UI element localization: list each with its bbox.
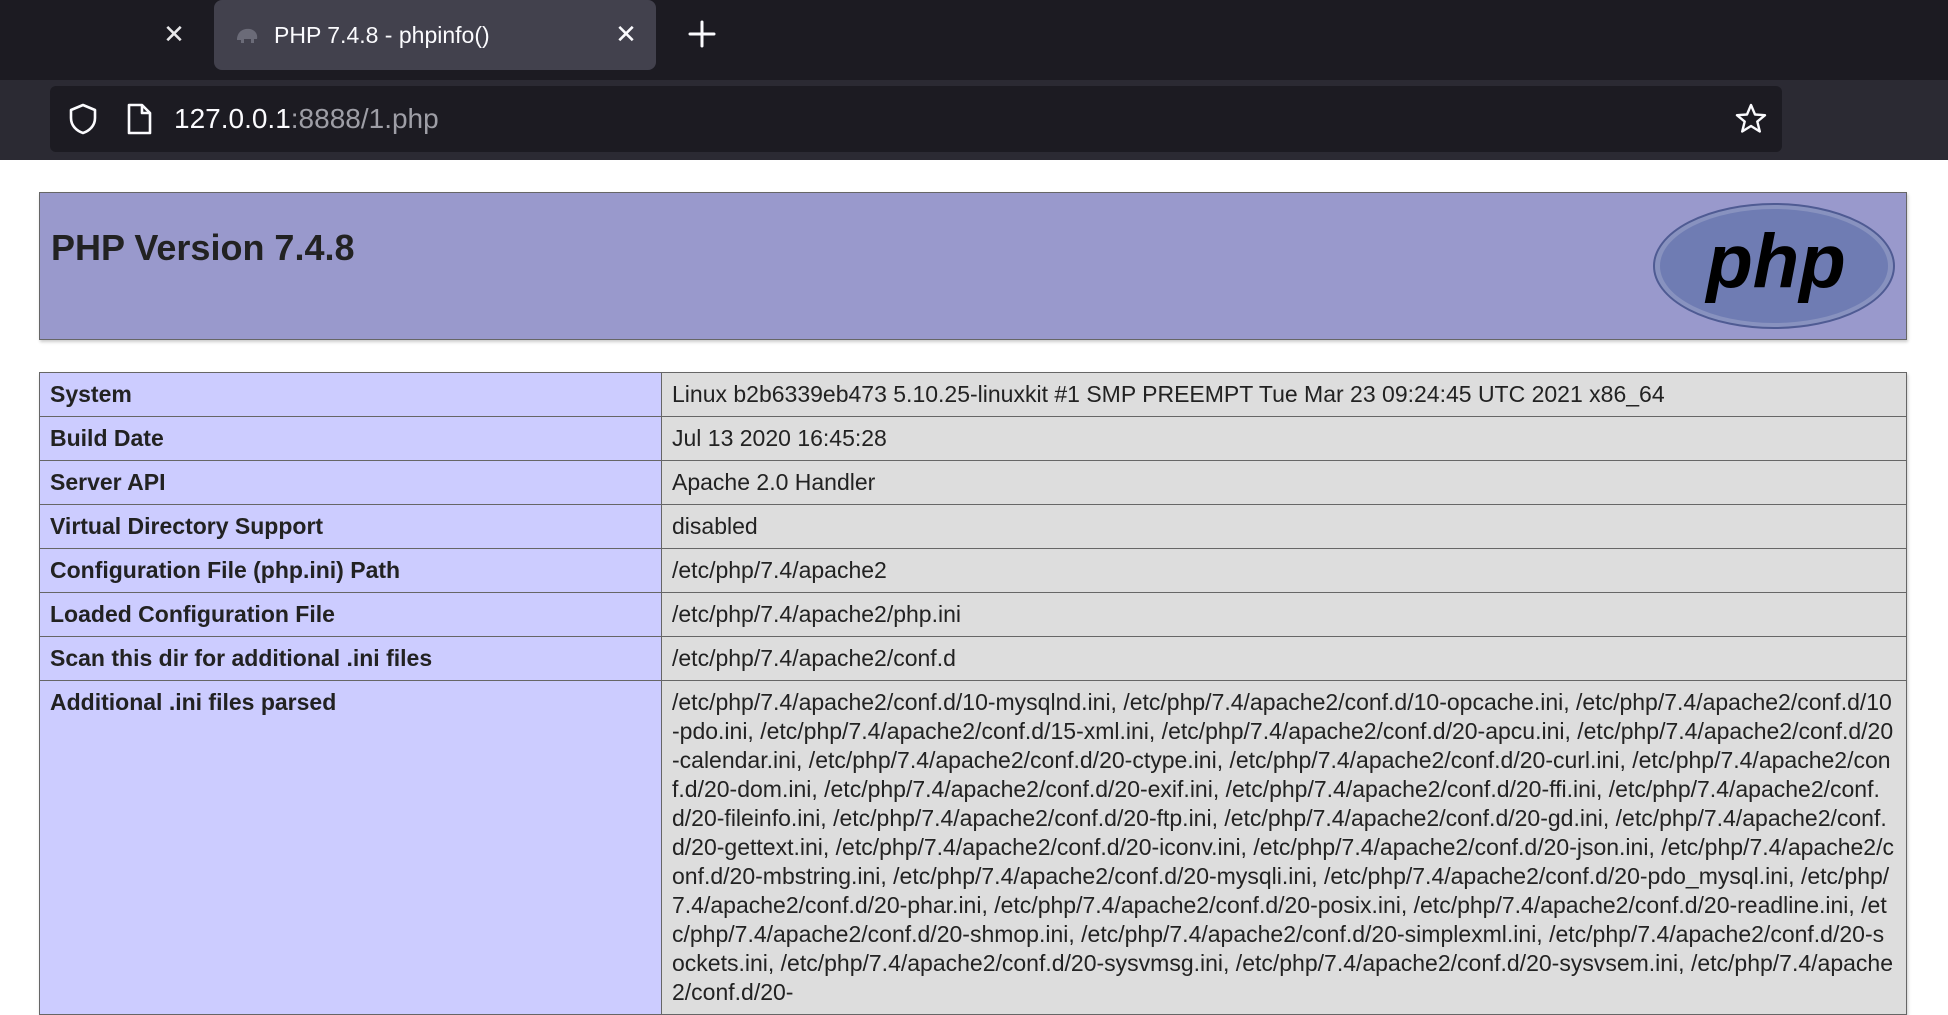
row-label: Configuration File (php.ini) Path: [39, 548, 662, 593]
bookmark-star-icon[interactable]: [1734, 102, 1768, 136]
shield-icon[interactable]: [66, 102, 100, 136]
table-row: Virtual Directory Support disabled: [39, 504, 1907, 549]
row-label: Additional .ini files parsed: [39, 680, 662, 1015]
row-label: Virtual Directory Support: [39, 504, 662, 549]
table-row: Scan this dir for additional .ini files …: [39, 636, 1907, 681]
page-icon[interactable]: [124, 102, 154, 136]
table-row: System Linux b2b6339eb473 5.10.25-linuxk…: [39, 372, 1907, 417]
tab-close-icon[interactable]: ✕: [610, 18, 642, 50]
row-value: Apache 2.0 Handler: [661, 460, 1907, 505]
row-label: System: [39, 372, 662, 417]
tab-title: PHP 7.4.8 - phpinfo(): [274, 22, 490, 48]
url-host: 127.0.0.1: [174, 103, 291, 134]
tab-strip: ✕ PHP 7.4.8 - phpinfo() ✕: [0, 0, 1948, 80]
previous-tab-close-icon[interactable]: ✕: [158, 18, 190, 50]
row-value: disabled: [661, 504, 1907, 549]
row-label: Loaded Configuration File: [39, 592, 662, 637]
php-logo[interactable]: php: [1652, 201, 1896, 331]
info-table: System Linux b2b6339eb473 5.10.25-linuxk…: [39, 372, 1907, 1015]
row-value: Jul 13 2020 16:45:28: [661, 416, 1907, 461]
navigation-toolbar: 127.0.0.1:8888/1.php: [0, 80, 1948, 160]
table-row: Server API Apache 2.0 Handler: [39, 460, 1907, 505]
phpinfo-content: PHP Version 7.4.8 php System Linux b2b63…: [39, 192, 1907, 1015]
row-value: /etc/php/7.4/apache2/conf.d/10-mysqlnd.i…: [661, 680, 1907, 1015]
new-tab-plus-icon[interactable]: [684, 16, 720, 52]
table-row: Build Date Jul 13 2020 16:45:28: [39, 416, 1907, 461]
row-label: Server API: [39, 460, 662, 505]
php-version-header: PHP Version 7.4.8 php: [39, 192, 1907, 340]
table-row: Loaded Configuration File /etc/php/7.4/a…: [39, 592, 1907, 637]
row-value: /etc/php/7.4/apache2/conf.d: [661, 636, 1907, 681]
php-elephant-favicon-icon: [237, 28, 258, 43]
url-path: :8888/1.php: [290, 103, 439, 134]
url-text[interactable]: 127.0.0.1:8888/1.php: [174, 103, 439, 135]
table-row: Additional .ini files parsed /etc/php/7.…: [39, 680, 1907, 1015]
php-logo-text: php: [1704, 219, 1845, 304]
address-bar[interactable]: 127.0.0.1:8888/1.php: [50, 86, 1782, 152]
row-value: /etc/php/7.4/apache2: [661, 548, 1907, 593]
table-row: Configuration File (php.ini) Path /etc/p…: [39, 548, 1907, 593]
row-value: /etc/php/7.4/apache2/php.ini: [661, 592, 1907, 637]
row-label: Scan this dir for additional .ini files: [39, 636, 662, 681]
row-value: Linux b2b6339eb473 5.10.25-linuxkit #1 S…: [661, 372, 1907, 417]
row-label: Build Date: [39, 416, 662, 461]
tab-phpinfo[interactable]: PHP 7.4.8 - phpinfo() ✕: [214, 0, 656, 70]
page-title: PHP Version 7.4.8: [51, 227, 355, 268]
